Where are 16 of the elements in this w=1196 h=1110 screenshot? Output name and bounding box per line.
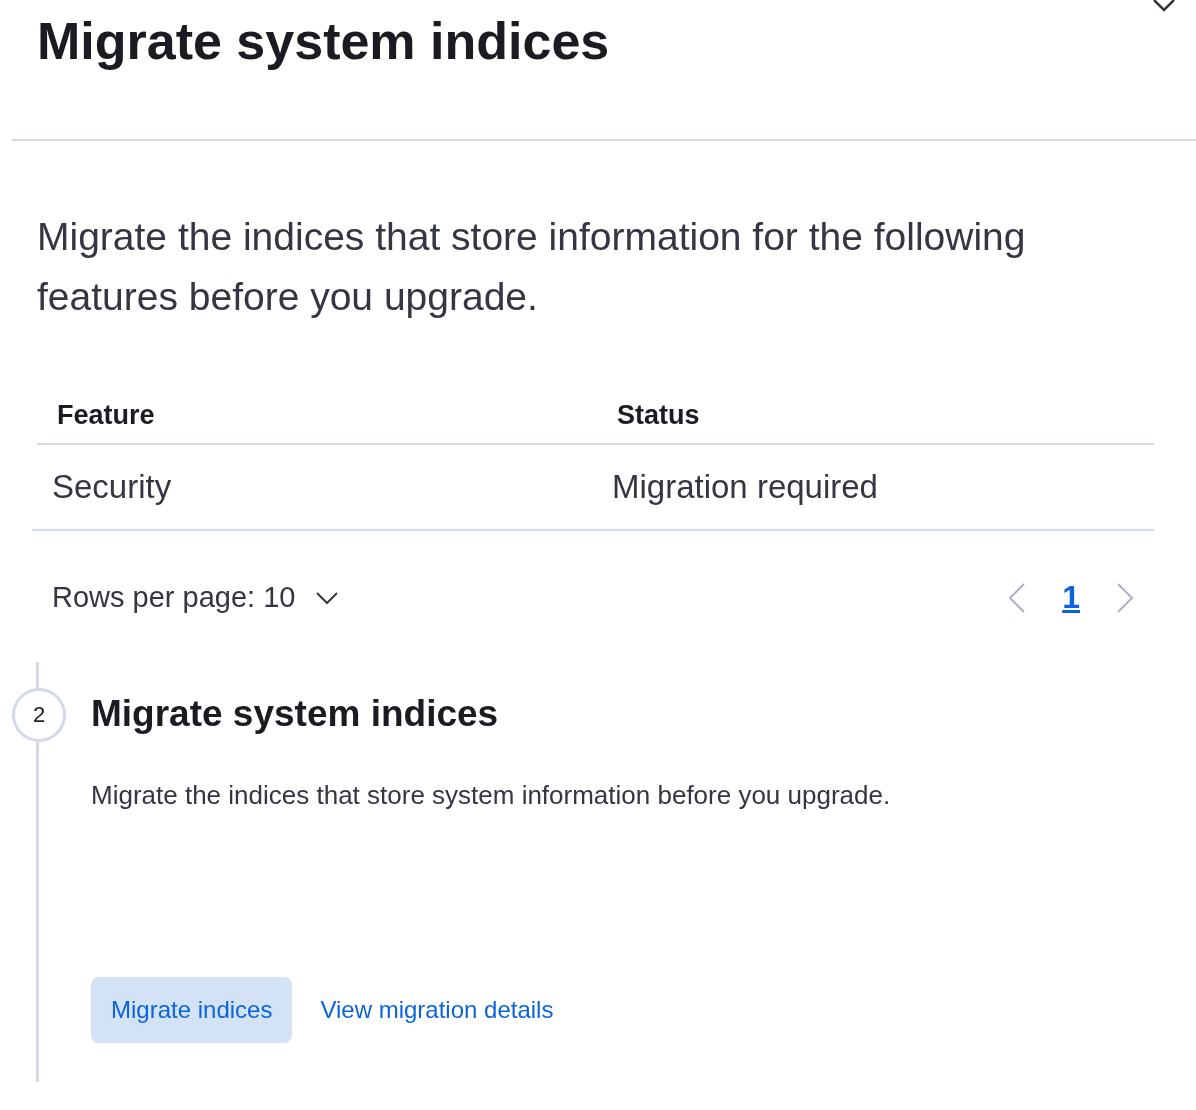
column-header: Status [616,399,700,431]
table-cell-text: Migration required [611,468,878,506]
flyout-title: Migrate system indices [37,11,610,72]
step-description: Migrate the indices that store system information before you upgrade. [91,780,891,811]
chevron-right-icon[interactable] [1116,581,1134,614]
rows-per-page-button[interactable]: Rows per page: 10 [52,581,340,614]
table-cell-text: Security [51,468,173,506]
step-number: 2 [12,688,66,742]
page-link[interactable]: 1 [1062,579,1080,616]
migrate-button[interactable]: Migrate indices [91,977,293,1043]
step-title: Migrate system indices [91,692,500,736]
chevron-left-icon[interactable] [1008,581,1027,614]
intro-text: Migrate the indices that store information for the following features before you upgrade. [37,214,1027,320]
details-link[interactable]: View migration details [320,996,554,1024]
chevron-down-icon [315,590,340,605]
column-header: Feature [56,399,156,431]
